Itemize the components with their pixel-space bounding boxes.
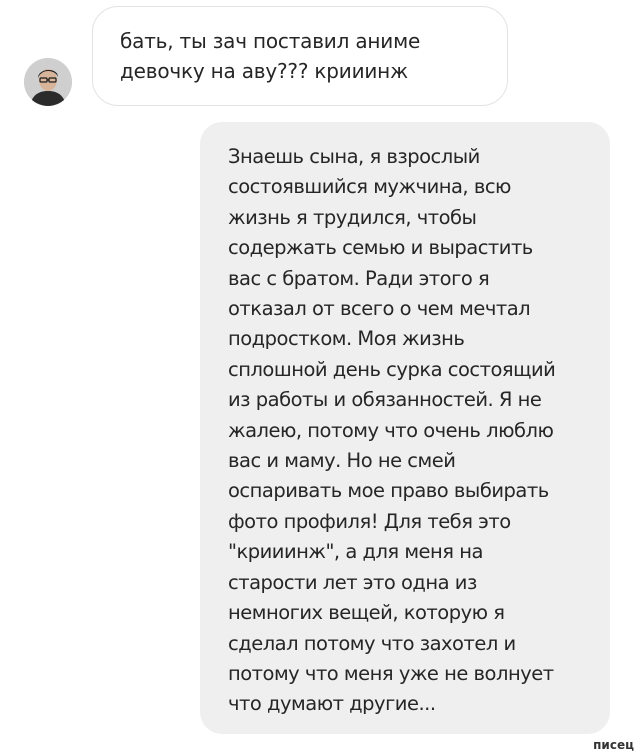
avatar-photo-icon — [24, 58, 72, 106]
chat-screen: бать, ты зач поставил аниме девочку на а… — [0, 0, 640, 754]
incoming-message-bubble[interactable]: бать, ты зач поставил аниме девочку на а… — [92, 6, 508, 106]
outgoing-message-text: Знаешь сына, я взрослый состоявшийся муж… — [228, 145, 556, 716]
outgoing-message-bubble[interactable]: Знаешь сына, я взрослый состоявшийся муж… — [200, 122, 610, 734]
watermark: писец — [593, 738, 634, 752]
avatar[interactable] — [24, 58, 72, 106]
incoming-message-text: бать, ты зач поставил аниме девочку на а… — [120, 29, 421, 83]
